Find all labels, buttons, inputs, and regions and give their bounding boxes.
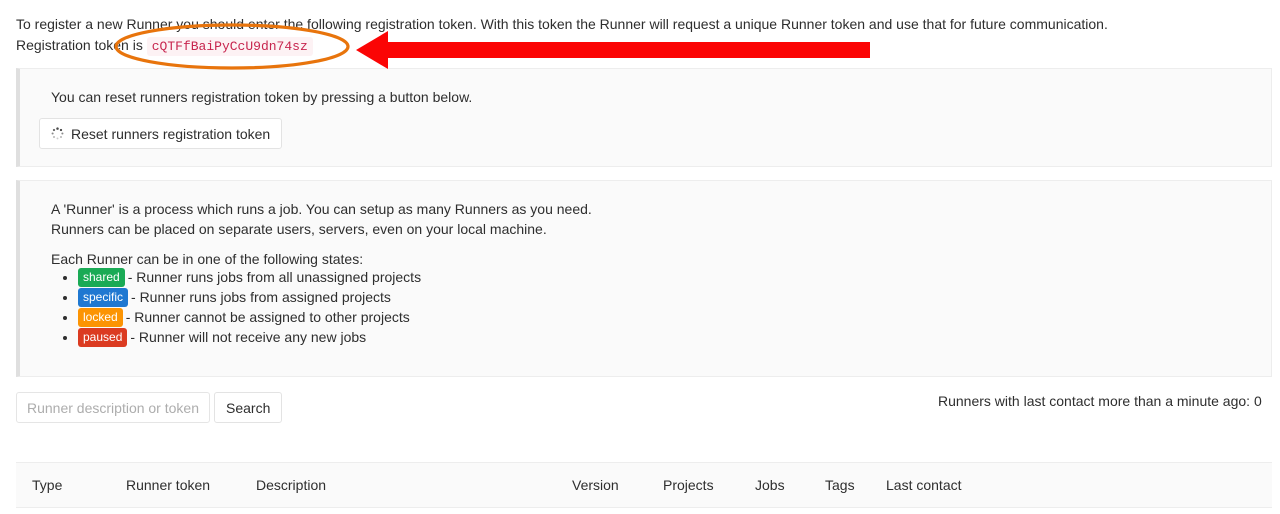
runners-settings-page: To register a new Runner you should ente… xyxy=(0,0,1280,514)
search-input[interactable] xyxy=(16,392,210,423)
runners-table: Type Runner token Description Version Pr… xyxy=(16,462,1272,508)
reset-button-label: Reset runners registration token xyxy=(71,125,271,142)
stale-runners-status: Runners with last contact more than a mi… xyxy=(938,393,1262,409)
state-description: - Runner will not receive any new jobs xyxy=(130,329,367,345)
spinner-icon xyxy=(51,127,64,140)
intro-line-1: To register a new Runner you should ente… xyxy=(16,16,1108,32)
column-header-tags[interactable]: Tags xyxy=(825,462,886,508)
registration-intro: To register a new Runner you should ente… xyxy=(16,14,1266,57)
status-badge: paused xyxy=(78,328,128,347)
column-header-last-contact[interactable]: Last contact xyxy=(886,462,1272,508)
column-header-runner-token[interactable]: Runner token xyxy=(126,462,256,508)
status-badge: locked xyxy=(78,308,123,327)
runner-info-line-1: A 'Runner' is a process which runs a job… xyxy=(51,201,592,217)
column-header-jobs[interactable]: Jobs xyxy=(755,462,825,508)
search-button[interactable]: Search xyxy=(214,392,283,423)
reset-runners-registration-token-button[interactable]: Reset runners registration token xyxy=(39,118,283,149)
list-item: specific- Runner runs jobs from assigned… xyxy=(78,287,421,307)
intro-line-2: Registration token is cQTFfBaiPyCcU9dn74… xyxy=(16,35,1266,57)
column-header-type[interactable]: Type xyxy=(16,462,126,508)
runner-info-panel: A 'Runner' is a process which runs a job… xyxy=(16,180,1272,377)
state-description: - Runner cannot be assigned to other pro… xyxy=(125,309,410,325)
list-item: shared- Runner runs jobs from all unassi… xyxy=(78,267,421,287)
state-description: - Runner runs jobs from assigned project… xyxy=(131,289,391,305)
column-header-description[interactable]: Description xyxy=(256,462,572,508)
column-header-projects[interactable]: Projects xyxy=(663,462,755,508)
status-badge: specific xyxy=(78,288,129,307)
reset-token-panel: You can reset runners registration token… xyxy=(16,68,1272,167)
registration-token-label: Registration token is xyxy=(16,37,143,53)
registration-token-value[interactable]: cQTFfBaiPyCcU9dn74sz xyxy=(146,37,313,56)
status-badge: shared xyxy=(78,268,125,287)
reset-token-description: You can reset runners registration token… xyxy=(51,89,473,105)
list-item: paused- Runner will not receive any new … xyxy=(78,327,421,347)
state-description: - Runner runs jobs from all unassigned p… xyxy=(127,269,422,285)
column-header-version[interactable]: Version xyxy=(572,462,663,508)
runner-info-line-2: Runners can be placed on separate users,… xyxy=(51,221,547,237)
list-item: locked- Runner cannot be assigned to oth… xyxy=(78,307,421,327)
runner-info-line-3: Each Runner can be in one of the followi… xyxy=(51,251,364,267)
table-header-row: Type Runner token Description Version Pr… xyxy=(16,462,1272,508)
runner-states-list: shared- Runner runs jobs from all unassi… xyxy=(51,267,421,347)
